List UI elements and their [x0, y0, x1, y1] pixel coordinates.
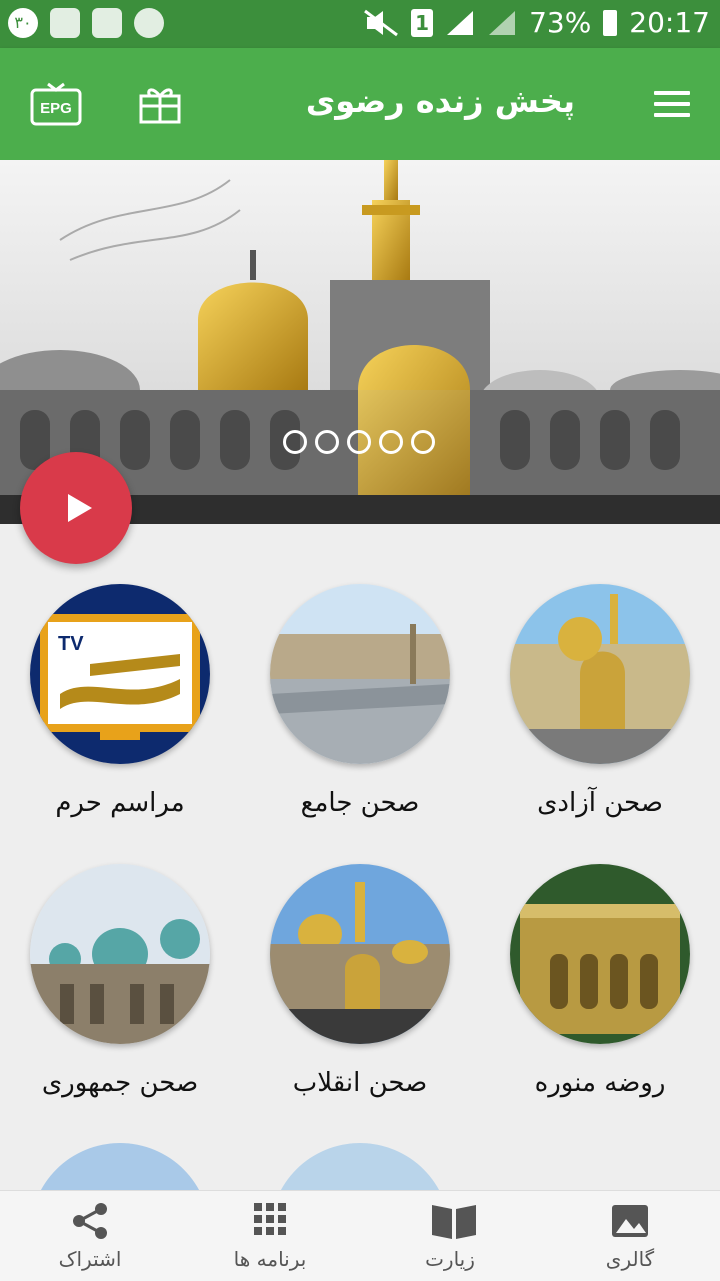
battery-percent: 73% — [529, 6, 592, 39]
channel-label: صحن انقلاب — [292, 1068, 428, 1098]
signal-icon — [447, 10, 474, 35]
nav-label: برنامه ها — [233, 1247, 307, 1271]
slide-dot[interactable] — [283, 430, 307, 454]
channel-thumbnail — [270, 864, 450, 1044]
channel-thumbnail — [30, 864, 210, 1044]
mute-icon — [364, 9, 398, 36]
grid-icon — [250, 1201, 290, 1241]
svg-text:EPG: EPG — [40, 100, 72, 117]
signal-2-icon — [489, 10, 516, 35]
channel-label: مراسم حرم — [55, 788, 185, 818]
play-icon — [68, 494, 92, 522]
nav-share[interactable]: اشتراک — [0, 1191, 180, 1281]
nav-gallery[interactable]: گالری — [540, 1191, 720, 1281]
slide-dot[interactable] — [315, 430, 339, 454]
svg-text:TV: TV — [58, 633, 84, 655]
channel-label: صحن آزادی — [537, 788, 663, 818]
share-icon — [70, 1201, 110, 1241]
warning-icon — [134, 8, 164, 38]
play-button[interactable] — [20, 452, 132, 564]
nav-label: گالری — [605, 1247, 655, 1271]
nav-label: زیارت — [425, 1247, 475, 1271]
channel-thumbnail — [30, 1143, 210, 1190]
channel-thumbnail — [510, 584, 690, 764]
channel-label: صحن جامع — [300, 788, 420, 818]
channel-thumbnail — [270, 584, 450, 764]
channel-sahn-jame[interactable]: صحن جامع — [240, 584, 480, 818]
sim-indicator: 1 — [411, 8, 434, 37]
channel-thumbnail — [510, 864, 690, 1044]
nav-ziyarat[interactable]: زیارت — [360, 1191, 540, 1281]
status-left-icons: ۳۰ — [8, 8, 164, 38]
bottom-navigation: گالری زیارت برنامه ها اشتراک — [0, 1190, 720, 1281]
status-right: 1 73% 20:17 — [363, 6, 710, 39]
slide-dot[interactable] — [347, 430, 371, 454]
gift-icon[interactable] — [138, 84, 182, 124]
page-title: پخش زنده رضوی — [305, 82, 575, 120]
gallery-icon — [610, 1201, 650, 1241]
channel-thumbnail: TV — [30, 584, 210, 764]
channel-partial-1[interactable] — [30, 1143, 210, 1190]
slide-indicator[interactable] — [283, 430, 435, 454]
status-bar: ۳۰ 1 73% 20:17 — [0, 0, 720, 48]
channel-sahn-enghelab[interactable]: صحن انقلاب — [240, 864, 480, 1098]
nav-label: اشتراک — [58, 1247, 122, 1271]
epg-icon[interactable]: EPG — [30, 82, 82, 126]
book-icon — [430, 1201, 476, 1241]
clock: 20:17 — [629, 6, 710, 39]
video-icon — [92, 8, 122, 38]
channel-marasem-haram[interactable]: TV مراسم حرم — [0, 584, 240, 818]
battery-icon — [603, 9, 618, 36]
channel-label: صحن جمهوری — [41, 1068, 199, 1098]
channel-partial-2[interactable] — [270, 1143, 450, 1190]
channel-sahn-jomhouri[interactable]: صحن جمهوری — [0, 864, 240, 1098]
channel-label: روضه منوره — [534, 1068, 666, 1098]
slide-dot[interactable] — [379, 430, 403, 454]
slide-dot[interactable] — [411, 430, 435, 454]
menu-icon[interactable] — [654, 91, 690, 119]
channel-sahn-azadi[interactable]: صحن آزادی — [480, 584, 720, 818]
channel-thumbnail — [270, 1143, 450, 1190]
nav-programs[interactable]: برنامه ها — [180, 1191, 360, 1281]
app-bar: EPG پخش زنده رضوی — [0, 48, 720, 160]
notification-badge-icon: ۳۰ — [8, 8, 38, 38]
image-icon — [50, 8, 80, 38]
channel-rozeh-monavareh[interactable]: روضه منوره — [480, 864, 720, 1098]
